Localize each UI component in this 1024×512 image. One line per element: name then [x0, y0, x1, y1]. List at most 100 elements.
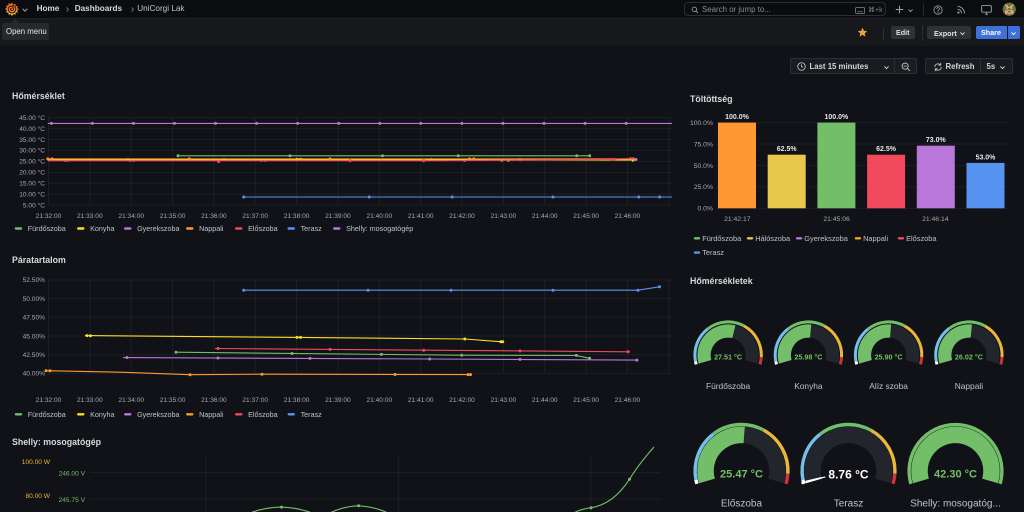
svg-text:Gyerekszoba: Gyerekszoba — [137, 224, 179, 233]
svg-text:21:42:17: 21:42:17 — [724, 216, 751, 223]
svg-text:Terasz: Terasz — [301, 410, 323, 419]
svg-text:21:42:00: 21:42:00 — [449, 397, 475, 404]
svg-text:Nappali: Nappali — [199, 224, 224, 233]
svg-text:100.0%: 100.0% — [725, 114, 750, 121]
svg-text:21:40:00: 21:40:00 — [366, 213, 392, 220]
svg-text:40.00 °C: 40.00 °C — [19, 125, 45, 133]
svg-text:21:44:00: 21:44:00 — [532, 213, 558, 220]
svg-text:21:45:00: 21:45:00 — [573, 213, 599, 220]
svg-text:15.00 °C: 15.00 °C — [19, 180, 45, 188]
svg-text:Konyha: Konyha — [90, 410, 114, 419]
svg-text:25.90 °C: 25.90 °C — [875, 353, 903, 362]
svg-text:45.00%: 45.00% — [23, 333, 46, 340]
svg-text:Nappali: Nappali — [955, 381, 984, 391]
svg-text:62.5%: 62.5% — [777, 146, 798, 153]
svg-text:Shelly: mosogatóg...: Shelly: mosogatóg... — [910, 499, 1001, 510]
svg-text:Töltöttség: Töltöttség — [690, 94, 733, 104]
svg-text:53.0%: 53.0% — [976, 154, 997, 161]
svg-text:Gyerekszoba: Gyerekszoba — [804, 234, 848, 243]
svg-text:62.5%: 62.5% — [876, 146, 897, 153]
svg-text:Alíz szoba: Alíz szoba — [869, 381, 908, 391]
svg-text:Előszoba: Előszoba — [248, 410, 278, 419]
svg-text:Nappali: Nappali — [199, 410, 224, 419]
svg-text:80.00 W: 80.00 W — [25, 493, 50, 500]
svg-text:21:33:00: 21:33:00 — [77, 213, 103, 220]
svg-text:21:39:00: 21:39:00 — [325, 213, 351, 220]
svg-text:25.0%: 25.0% — [694, 184, 713, 191]
svg-text:21:41:00: 21:41:00 — [408, 397, 434, 404]
svg-text:21:32:00: 21:32:00 — [36, 397, 62, 404]
svg-text:Konyha: Konyha — [90, 224, 114, 233]
svg-text:Páratartalom: Páratartalom — [12, 255, 66, 265]
svg-text:42.30 °C: 42.30 °C — [934, 469, 977, 481]
svg-text:21:34:00: 21:34:00 — [118, 397, 144, 404]
svg-text:47.50%: 47.50% — [23, 315, 46, 322]
svg-text:0.0%: 0.0% — [698, 206, 714, 213]
svg-text:10.00 °C: 10.00 °C — [19, 191, 45, 199]
svg-text:Nappali: Nappali — [863, 234, 888, 243]
svg-text:21:38:00: 21:38:00 — [284, 213, 310, 220]
svg-text:Hőmérséklet: Hőmérséklet — [12, 91, 65, 101]
svg-text:Fürdőszoba: Fürdőszoba — [706, 381, 751, 391]
svg-text:21:32:00: 21:32:00 — [36, 213, 62, 220]
svg-text:Előszoba: Előszoba — [906, 234, 937, 243]
svg-text:27.51 °C: 27.51 °C — [714, 353, 742, 362]
svg-text:Terasz: Terasz — [702, 248, 724, 257]
svg-text:Hálószoba: Hálószoba — [755, 234, 791, 243]
svg-text:50.00%: 50.00% — [23, 296, 46, 303]
svg-text:21:43:00: 21:43:00 — [491, 397, 517, 404]
svg-text:100.0%: 100.0% — [825, 114, 850, 121]
svg-text:75.0%: 75.0% — [694, 141, 713, 148]
svg-text:20.00 °C: 20.00 °C — [19, 169, 45, 177]
svg-text:Terasz: Terasz — [301, 224, 323, 233]
svg-text:21:34:00: 21:34:00 — [118, 213, 144, 220]
svg-text:21:44:00: 21:44:00 — [532, 397, 558, 404]
svg-text:21:45:00: 21:45:00 — [573, 397, 599, 404]
svg-text:Gyerekszoba: Gyerekszoba — [137, 410, 179, 419]
svg-text:Hőmérsékletek: Hőmérsékletek — [690, 276, 753, 286]
svg-text:21:36:00: 21:36:00 — [201, 213, 227, 220]
svg-text:8.76 °C: 8.76 °C — [828, 467, 868, 481]
svg-text:Shelly: mosogatógép: Shelly: mosogatógép — [346, 224, 413, 233]
svg-text:Terasz: Terasz — [834, 499, 863, 510]
svg-text:21:41:00: 21:41:00 — [408, 213, 434, 220]
svg-text:40.00%: 40.00% — [23, 371, 46, 378]
svg-text:35.00 °C: 35.00 °C — [19, 136, 45, 144]
svg-text:246.00 V: 246.00 V — [59, 471, 86, 478]
svg-text:5.00 °C: 5.00 °C — [23, 202, 45, 210]
svg-text:21:35:00: 21:35:00 — [160, 397, 186, 404]
svg-text:Shelly: mosogatógép: Shelly: mosogatógép — [12, 437, 102, 447]
svg-text:245.75 V: 245.75 V — [59, 497, 86, 504]
svg-text:21:37:00: 21:37:00 — [242, 213, 268, 220]
svg-text:100.00 W: 100.00 W — [22, 459, 51, 466]
svg-text:25.98 °C: 25.98 °C — [794, 353, 822, 362]
svg-text:Fürdőszoba: Fürdőszoba — [28, 224, 66, 233]
svg-text:30.00 °C: 30.00 °C — [19, 147, 45, 155]
svg-text:26.02 °C: 26.02 °C — [955, 353, 983, 362]
svg-text:21:46:00: 21:46:00 — [615, 397, 641, 404]
svg-text:21:35:00: 21:35:00 — [160, 213, 186, 220]
svg-text:50.0%: 50.0% — [694, 163, 713, 170]
svg-text:100.0%: 100.0% — [690, 120, 713, 127]
svg-text:25.47 °C: 25.47 °C — [720, 469, 763, 481]
svg-text:25.00 °C: 25.00 °C — [19, 158, 45, 166]
svg-text:21:40:00: 21:40:00 — [366, 397, 392, 404]
svg-text:21:38:00: 21:38:00 — [284, 397, 310, 404]
svg-text:Előszoba: Előszoba — [248, 224, 278, 233]
svg-text:21:42:00: 21:42:00 — [449, 213, 475, 220]
svg-text:21:46:00: 21:46:00 — [615, 213, 641, 220]
svg-text:21:45:06: 21:45:06 — [823, 216, 850, 223]
svg-text:21:39:00: 21:39:00 — [325, 397, 351, 404]
svg-text:Fürdőszoba: Fürdőszoba — [702, 234, 742, 243]
svg-text:45.00 °C: 45.00 °C — [19, 114, 45, 122]
svg-text:Előszoba: Előszoba — [721, 499, 763, 510]
svg-text:21:46:14: 21:46:14 — [922, 216, 949, 223]
svg-text:52.50%: 52.50% — [23, 277, 46, 284]
svg-text:Konyha: Konyha — [794, 381, 823, 391]
svg-text:21:37:00: 21:37:00 — [242, 397, 268, 404]
svg-text:21:36:00: 21:36:00 — [201, 397, 227, 404]
svg-text:21:43:00: 21:43:00 — [491, 213, 517, 220]
svg-text:Fürdőszoba: Fürdőszoba — [28, 410, 66, 419]
svg-text:73.0%: 73.0% — [926, 137, 947, 144]
svg-text:21:33:00: 21:33:00 — [77, 397, 103, 404]
